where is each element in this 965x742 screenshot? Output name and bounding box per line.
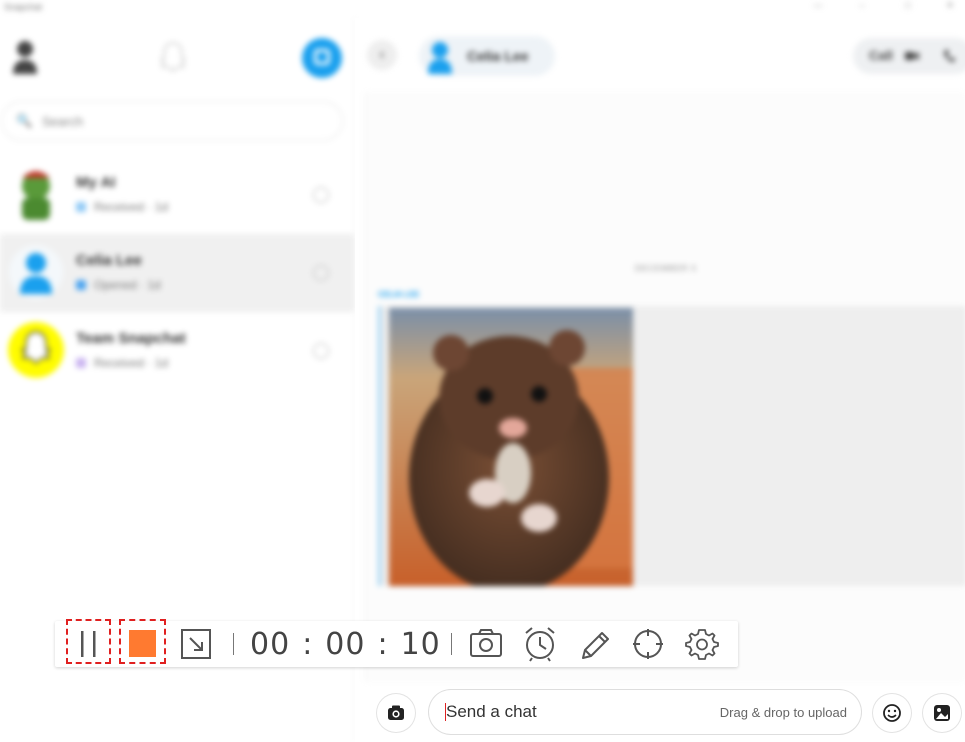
minimize-hint-button[interactable]: — (808, 0, 828, 12)
contact-avatar-icon (428, 42, 452, 74)
alarm-clock-icon (525, 627, 555, 662)
conversation-status: Received · 1d (76, 356, 168, 370)
close-button[interactable]: ✕ (940, 0, 960, 12)
chevron-left-icon: ‹ (379, 46, 385, 63)
settings-button[interactable] (683, 621, 721, 667)
pause-button[interactable] (68, 621, 109, 667)
toolbar-divider (233, 633, 234, 655)
gear-icon (685, 629, 719, 660)
camera-button[interactable] (377, 694, 415, 732)
new-chat-icon (314, 49, 330, 65)
contact-header[interactable]: Celia Lee (419, 36, 555, 76)
title-bar: Snapchat — – □ ✕ (0, 0, 965, 18)
crosshair-icon (633, 629, 663, 659)
date-separator: DECEMBER 5 (634, 264, 697, 273)
received-chat-icon (76, 202, 86, 212)
resize-region-icon (181, 629, 211, 659)
chat-header: ‹ Celia Lee Call (355, 18, 965, 92)
stop-icon (129, 630, 156, 657)
conversation-status: Received · 1d (76, 200, 168, 214)
annotate-button[interactable] (575, 621, 613, 667)
camera-reply-icon[interactable] (313, 343, 329, 359)
opened-arrow-icon (76, 280, 86, 290)
emoji-button[interactable] (873, 694, 911, 732)
pencil-icon (582, 632, 609, 659)
back-button[interactable]: ‹ (367, 40, 397, 70)
toolbar-divider (451, 633, 452, 655)
pause-icon (81, 631, 96, 657)
conversation-my-ai[interactable]: My AI Received · 1d (0, 156, 354, 234)
resize-region-button[interactable] (179, 621, 213, 667)
conversation-name: Celia Lee (76, 252, 142, 269)
contact-name: Celia Lee (467, 48, 529, 64)
screenshot-button[interactable] (467, 621, 505, 667)
call-controls[interactable]: Call (853, 38, 965, 74)
minimize-button[interactable]: – (852, 0, 872, 12)
timer-colon: : (302, 627, 314, 662)
window-title: Snapchat (4, 2, 43, 12)
hamster-photo-image[interactable] (389, 308, 633, 586)
search-placeholder: Search (42, 114, 84, 129)
received-snap-icon (76, 358, 86, 368)
send-chat-placeholder: Send a chat (446, 702, 537, 721)
camera-reply-icon[interactable] (313, 265, 329, 281)
conversation-status: Opened · 1d (76, 278, 161, 292)
team-snapchat-avatar-icon (8, 322, 64, 378)
stories-ghost-icon[interactable] (158, 40, 188, 74)
stop-button[interactable] (121, 621, 164, 667)
conversation-name: Team Snapchat (76, 330, 186, 347)
chat-composer: Send a chat Drag & drop to upload (355, 682, 965, 742)
search-bar[interactable]: 🔍 Search (2, 102, 342, 140)
timer-colon: : (377, 627, 389, 662)
drag-drop-hint: Drag & drop to upload (719, 705, 847, 720)
target-button[interactable] (629, 621, 667, 667)
camera-icon (388, 705, 404, 720)
conversation-celia-lee[interactable]: Celia Lee Opened · 1d (0, 234, 354, 312)
video-call-icon[interactable] (905, 50, 919, 62)
schedule-button[interactable] (521, 621, 559, 667)
timer-minutes: 00 (325, 627, 366, 662)
screen-recorder-toolbar: 00:00:10 (55, 619, 738, 667)
profile-avatar-icon[interactable] (10, 38, 40, 76)
timer-seconds: 10 (400, 627, 441, 662)
new-chat-button[interactable] (302, 38, 342, 78)
conversation-team-snapchat[interactable]: Team Snapchat Received · 1d (0, 312, 354, 390)
recording-timer: 00:00:10 (250, 627, 441, 662)
sender-label: CELIA LEE (378, 290, 420, 299)
sticker-icon (934, 705, 950, 721)
send-chat-input[interactable]: Send a chat Drag & drop to upload (429, 690, 861, 734)
maximize-button[interactable]: □ (898, 0, 918, 12)
smiley-icon (883, 704, 901, 722)
phone-icon[interactable] (943, 49, 955, 63)
search-icon: 🔍 (16, 113, 33, 128)
camera-icon (470, 629, 502, 657)
celia-lee-avatar-icon (9, 245, 63, 299)
my-ai-avatar-icon (22, 171, 50, 220)
call-label: Call (869, 48, 893, 63)
timer-hours: 00 (250, 627, 291, 662)
sticker-button[interactable] (923, 694, 961, 732)
conversation-name: My AI (76, 174, 116, 191)
camera-reply-icon[interactable] (313, 187, 329, 203)
